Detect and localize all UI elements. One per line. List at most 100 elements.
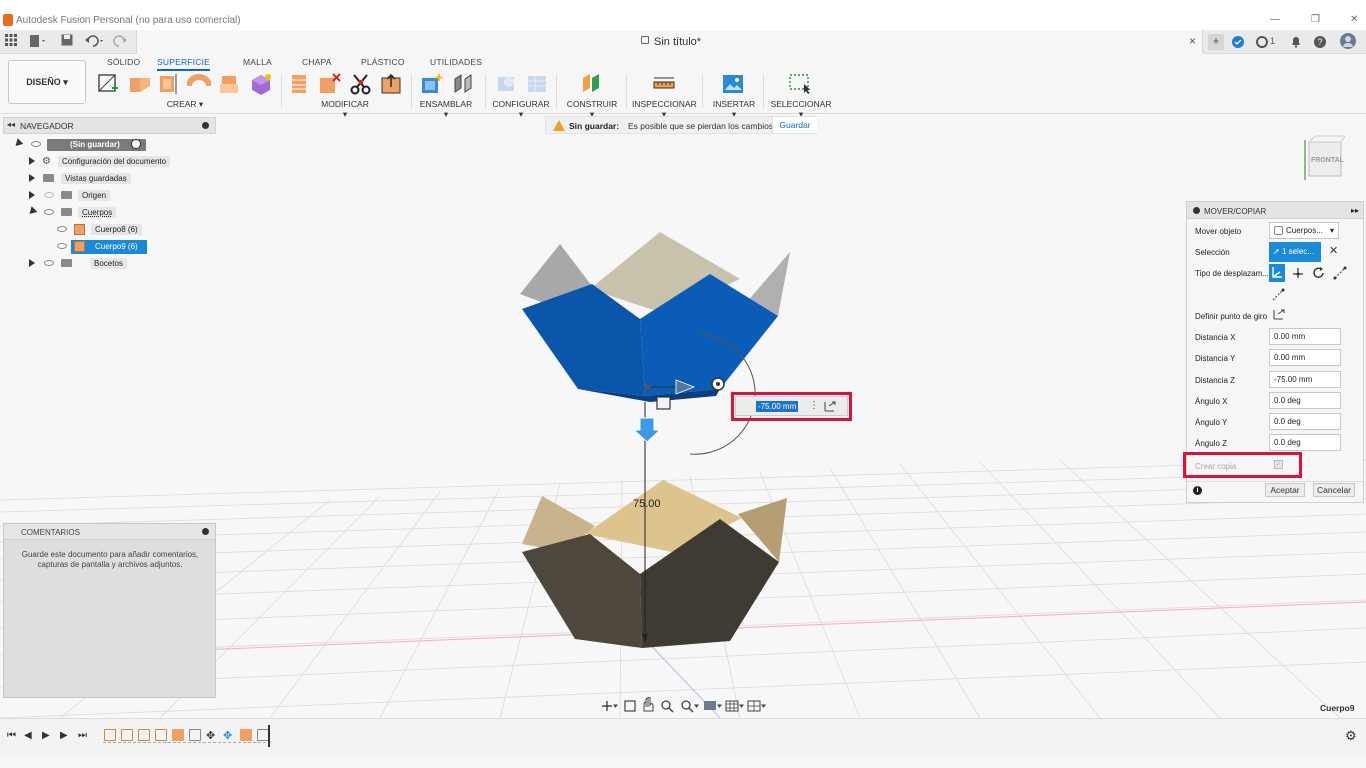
timeline-mirror-feature[interactable] xyxy=(189,729,201,741)
offset-plane-icon[interactable] xyxy=(580,72,604,96)
tree-item-origin[interactable]: Origen xyxy=(28,189,218,203)
angle-y-input[interactable]: 0.0 deg xyxy=(1269,413,1341,430)
timeline-sketch-feature[interactable] xyxy=(155,729,167,741)
selection-button[interactable]: ➚ 1 selec... xyxy=(1269,242,1321,262)
profile-avatar-icon[interactable] xyxy=(1340,33,1356,52)
minimize-button[interactable]: — xyxy=(1270,14,1280,25)
delete-face-icon[interactable] xyxy=(318,72,342,96)
redo-icon[interactable] xyxy=(112,34,134,51)
job-status-icon[interactable] xyxy=(1256,36,1268,51)
timeline-sketch-feature[interactable] xyxy=(138,729,150,741)
tab-solid[interactable]: SÓLIDO xyxy=(107,57,140,67)
tree-item-body9[interactable]: Cuerpo9 (6) xyxy=(55,240,215,254)
collapse-panel-icon[interactable]: ◂◂ xyxy=(7,120,15,129)
new-tab-plus-icon[interactable]: + xyxy=(1208,34,1224,50)
ok-button[interactable]: Aceptar xyxy=(1265,483,1305,497)
apps-grid-icon[interactable] xyxy=(5,34,17,49)
rotate-type-icon[interactable] xyxy=(1312,266,1326,283)
timeline-previous-icon[interactable]: ◀ xyxy=(24,730,32,741)
timeline-settings-gear-icon[interactable]: ⚙ xyxy=(1345,728,1357,744)
configure-table-icon[interactable] xyxy=(525,72,549,96)
new-component-icon[interactable] xyxy=(420,72,444,96)
create-sketch-icon[interactable] xyxy=(96,72,120,96)
tab-utilities[interactable]: UTILIDADES xyxy=(430,57,482,67)
timeline-last-icon[interactable]: ⏭ xyxy=(78,730,87,741)
timeline-sketch-feature[interactable] xyxy=(104,729,116,741)
activate-radio-icon[interactable] xyxy=(131,139,141,149)
visibility-eye-icon[interactable] xyxy=(57,243,67,249)
tree-root[interactable]: (Sin guardar) xyxy=(12,138,214,152)
tree-item-sketches[interactable]: Bocetos xyxy=(28,257,218,271)
tree-item-document-settings[interactable]: ⚙ Configuración del documento xyxy=(28,155,218,169)
tab-sheet-metal[interactable]: CHAPA xyxy=(302,57,332,67)
create-group-label[interactable]: CREAR ▾ xyxy=(165,99,205,110)
patch-icon[interactable] xyxy=(249,72,273,96)
extrude-icon[interactable] xyxy=(128,72,152,96)
file-menu-icon[interactable] xyxy=(29,34,47,51)
tab-mesh[interactable]: MALLA xyxy=(243,57,272,67)
undo-icon[interactable] xyxy=(84,34,106,51)
notifications-bell-icon[interactable] xyxy=(1290,36,1302,51)
close-window-button[interactable]: ✕ xyxy=(1350,14,1358,25)
move-object-select[interactable]: Cuerpos... ▾ xyxy=(1269,222,1339,239)
maximize-button[interactable]: ❐ xyxy=(1311,14,1320,25)
visibility-eye-icon[interactable] xyxy=(44,209,54,215)
distance-x-input[interactable]: 0.00 mm xyxy=(1269,328,1341,345)
viewcube[interactable]: FRONTAL xyxy=(1303,132,1346,182)
clear-selection-icon[interactable]: ✕ xyxy=(1329,244,1338,257)
workspace-switcher-button[interactable]: DISEÑO ▾ xyxy=(8,60,86,104)
angle-z-input[interactable]: 0.0 deg xyxy=(1269,434,1341,451)
save-icon[interactable] xyxy=(61,34,73,49)
panel-pin-icon[interactable] xyxy=(202,528,209,535)
tab-surface[interactable]: SUPERFICIE xyxy=(157,57,211,71)
modify-group-label[interactable]: MODIFICAR ▾ xyxy=(320,99,370,120)
timeline-extrude-feature[interactable] xyxy=(172,729,184,741)
save-link-button[interactable]: Guardar xyxy=(772,117,817,133)
close-tab-button[interactable]: × xyxy=(1189,34,1196,48)
visibility-eye-icon[interactable] xyxy=(44,192,54,198)
set-pivot-icon[interactable] xyxy=(1272,308,1285,324)
cloud-sync-icon[interactable] xyxy=(1232,36,1244,51)
info-icon[interactable]: i xyxy=(1193,486,1202,495)
revolve-icon[interactable] xyxy=(157,72,181,96)
panel-pin-icon[interactable] xyxy=(202,122,209,129)
tab-plastic[interactable]: PLÁSTICO xyxy=(361,57,405,67)
document-tab[interactable]: Sin título* × xyxy=(136,30,1203,54)
expand-dialog-icon[interactable]: ▸▸ xyxy=(1351,206,1359,215)
free-move-type-icon[interactable] xyxy=(1269,264,1285,282)
timeline-first-icon[interactable]: ⏮ xyxy=(7,730,16,741)
assemble-group-label[interactable]: ENSAMBLAR ▾ xyxy=(418,99,474,120)
distance-z-input[interactable]: -75.00 mm xyxy=(1269,371,1341,388)
visibility-eye-icon[interactable] xyxy=(44,260,54,266)
timeline-marker[interactable] xyxy=(268,725,270,747)
distance-y-input[interactable]: 0.00 mm xyxy=(1269,349,1341,366)
tree-item-bodies[interactable]: Cuerpos xyxy=(26,206,218,220)
configure-group-label[interactable]: CONFIGURAR ▾ xyxy=(492,99,550,120)
measure-icon[interactable] xyxy=(652,72,676,96)
visibility-eye-icon[interactable] xyxy=(57,226,67,232)
tree-item-saved-views[interactable]: Vistas guardadas xyxy=(28,172,218,186)
angle-x-input[interactable]: 0.0 deg xyxy=(1269,392,1341,409)
visibility-eye-icon[interactable] xyxy=(31,141,41,147)
joint-icon[interactable] xyxy=(452,72,476,96)
translate-type-icon[interactable] xyxy=(1291,266,1305,283)
trim-scissors-icon[interactable] xyxy=(349,72,373,96)
loft-icon[interactable] xyxy=(218,72,242,96)
timeline-move-feature[interactable]: ✥ xyxy=(206,729,218,742)
timeline-sketch-feature[interactable] xyxy=(121,729,133,741)
stitch-icon[interactable] xyxy=(379,72,403,96)
cancel-button[interactable]: Cancelar xyxy=(1313,483,1355,497)
timeline-combine-feature[interactable] xyxy=(240,729,252,741)
tree-item-body8[interactable]: Cuerpo8 (6) xyxy=(55,223,215,237)
dialog-collapse-icon[interactable] xyxy=(1193,207,1200,214)
insert-image-icon[interactable] xyxy=(721,72,745,96)
timeline-pattern-feature[interactable]: ✥ xyxy=(223,729,235,742)
offset-surface-icon[interactable] xyxy=(288,72,312,96)
sweep-icon[interactable] xyxy=(186,72,212,96)
timeline-play-icon[interactable]: ▶ xyxy=(42,730,50,741)
timeline-next-icon[interactable]: ▶ xyxy=(60,730,68,741)
configure-icon[interactable] xyxy=(495,72,519,96)
help-icon[interactable]: ? xyxy=(1314,36,1326,51)
point-to-position-type-icon[interactable] xyxy=(1271,288,1285,305)
select-window-icon[interactable] xyxy=(788,72,812,96)
